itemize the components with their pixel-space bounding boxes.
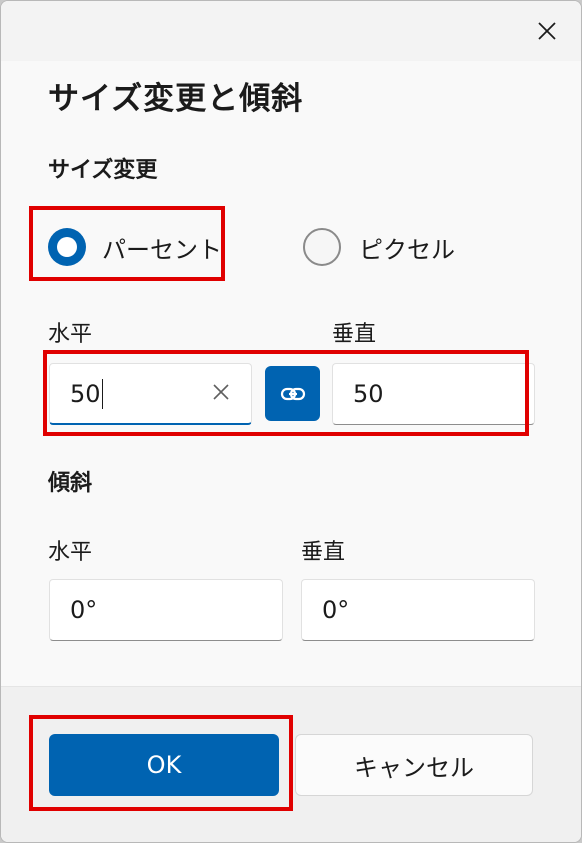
clear-icon[interactable] bbox=[211, 382, 231, 402]
skew-vertical-label: 垂直 bbox=[301, 540, 346, 565]
cancel-button[interactable]: キャンセル bbox=[295, 734, 533, 796]
close-icon bbox=[538, 22, 556, 40]
resize-horizontal-input[interactable]: 50 bbox=[49, 363, 252, 425]
title-bar bbox=[1, 1, 581, 61]
radio-pixel[interactable]: ピクセル bbox=[303, 228, 455, 266]
resize-horizontal-value: 50 bbox=[70, 379, 101, 408]
radio-percent-label: パーセント bbox=[102, 235, 222, 264]
skew-heading: 傾斜 bbox=[48, 471, 93, 496]
text-caret bbox=[101, 378, 104, 409]
skew-horizontal-label: 水平 bbox=[48, 540, 93, 565]
link-icon bbox=[280, 387, 305, 400]
aspect-lock-button[interactable] bbox=[265, 366, 320, 421]
resize-vertical-input[interactable]: 50 bbox=[332, 363, 535, 425]
resize-vertical-label: 垂直 bbox=[332, 322, 377, 347]
radio-percent[interactable]: パーセント bbox=[48, 228, 222, 266]
dialog-title: サイズ変更と傾斜 bbox=[48, 81, 304, 117]
ok-button[interactable]: OK bbox=[49, 734, 279, 796]
radio-selected-icon[interactable] bbox=[48, 228, 86, 266]
skew-vertical-input[interactable]: 0° bbox=[301, 579, 535, 641]
skew-horizontal-value: 0° bbox=[70, 596, 98, 624]
resize-skew-dialog: サイズ変更と傾斜 サイズ変更 パーセント ピクセル 水平 垂直 50 50 傾斜… bbox=[0, 0, 582, 843]
close-button[interactable] bbox=[523, 9, 571, 53]
skew-horizontal-input[interactable]: 0° bbox=[49, 579, 283, 641]
resize-heading: サイズ変更 bbox=[48, 158, 158, 183]
resize-vertical-value: 50 bbox=[353, 380, 384, 408]
radio-unselected-icon[interactable] bbox=[303, 228, 341, 266]
skew-vertical-value: 0° bbox=[322, 596, 350, 624]
resize-horizontal-label: 水平 bbox=[48, 322, 93, 347]
radio-pixel-label: ピクセル bbox=[359, 235, 455, 264]
